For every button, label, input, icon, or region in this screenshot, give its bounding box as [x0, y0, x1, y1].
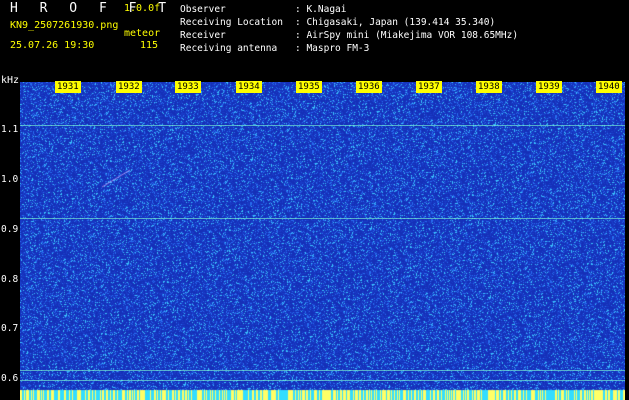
info-row-receiver: Receiver: AirSpy mini (Miakejima VOR 108… [180, 30, 519, 41]
header-panel: H R O F F T 1.0.0f KN9_2507261930.png me… [0, 0, 629, 80]
waterfall-spectrogram [20, 82, 625, 400]
meteor-label: meteor [124, 28, 161, 39]
frequency-unit-label: kHz [1, 75, 20, 86]
time-label: 1935 [296, 81, 322, 93]
carrier-line [20, 218, 625, 219]
time-label: 1933 [175, 81, 201, 93]
info-row-location: Receiving Location: Chigasaki, Japan (13… [180, 17, 496, 28]
info-row-observer: Observer: K.Nagai [180, 4, 347, 15]
frequency-tick-label: 1.0 [1, 174, 19, 185]
meteor-count: 115 [140, 40, 159, 51]
time-label: 1937 [416, 81, 442, 93]
frequency-tick-label: 0.8 [1, 274, 19, 285]
carrier-line [20, 125, 625, 126]
info-row-antenna: Receiving antenna: Maspro FM-3 [180, 43, 370, 54]
app-version: 1.0.0f [124, 3, 161, 14]
time-label: 1938 [476, 81, 502, 93]
time-label: 1934 [236, 81, 262, 93]
time-label: 1936 [356, 81, 382, 93]
time-label: 1939 [536, 81, 562, 93]
observation-info: Observer: K.Nagai Receiving Location: Ch… [180, 3, 518, 55]
frequency-tick-label: 0.9 [1, 224, 19, 235]
time-label: 1932 [116, 81, 142, 93]
carrier-line [20, 380, 625, 381]
frequency-tick-label: 0.7 [1, 323, 19, 334]
frequency-tick-label: 0.6 [1, 373, 19, 384]
time-label: 1931 [55, 81, 81, 93]
time-label: 1940 [596, 81, 622, 93]
file-name: KN9_2507261930.png [10, 20, 119, 31]
capture-datetime: 25.07.26 19:30 [10, 40, 95, 51]
carrier-line [20, 370, 625, 371]
frequency-tick-label: 1.1 [1, 124, 19, 135]
